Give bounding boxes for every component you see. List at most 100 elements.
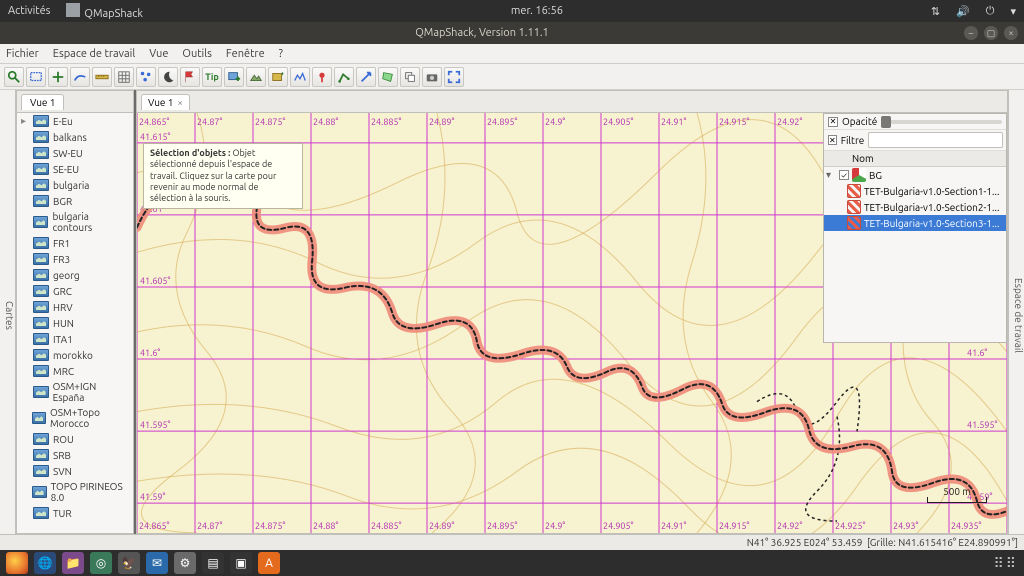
night-mode-icon[interactable] [158, 67, 178, 87]
map-list-label: morokko [53, 350, 93, 361]
map-view-tab[interactable]: Vue 1 × [141, 94, 190, 110]
map-list-item[interactable]: FR1 [17, 235, 133, 251]
map-list-item[interactable]: OSM+Topo Morocco [17, 405, 133, 431]
opacity-checkbox[interactable]: ✕ [828, 117, 838, 127]
window-maximize-button[interactable]: ▢ [984, 26, 998, 40]
map-list-item[interactable]: TUR [17, 505, 133, 521]
copy-pos-icon[interactable] [400, 67, 420, 87]
menu-tools[interactable]: Outils [182, 48, 211, 60]
map-list-label: ROU [53, 434, 74, 445]
add-project-icon[interactable]: + [268, 67, 288, 87]
menu-workspace[interactable]: Espace de travail [53, 48, 135, 60]
track-edit-icon[interactable] [70, 67, 90, 87]
grid-toggle-icon[interactable] [114, 67, 134, 87]
map-list-item[interactable]: OSM+IGN España [17, 379, 133, 405]
add-dem-icon[interactable] [246, 67, 266, 87]
tree-track-row[interactable]: TET-Bulgaria-v1.0-Section1-1... [824, 183, 1006, 199]
maps-list[interactable]: ▸E-EubalkansSW-EUSE-EUbulgariaBGRbulgari… [17, 113, 133, 533]
filter-input[interactable] [868, 132, 1003, 148]
visibility-checkbox[interactable]: ✓ [839, 170, 849, 180]
maps-panel-tab[interactable]: Vue 1 [21, 94, 64, 110]
right-dock-tab[interactable]: Espace de travail [1008, 90, 1024, 534]
map-list-item[interactable]: HUN [17, 315, 133, 331]
dock-app-icon[interactable]: ◎ [90, 552, 112, 574]
map-list-item[interactable]: MRC [17, 363, 133, 379]
dock-thunderbird-icon[interactable]: ✉ [146, 552, 168, 574]
left-dock-tab[interactable]: Cartes [0, 90, 16, 534]
svg-text:41.6°: 41.6° [967, 348, 987, 358]
clock[interactable]: mer. 16:56 [143, 5, 931, 17]
add-map-icon[interactable] [224, 67, 244, 87]
map-list-item[interactable]: SVN [17, 463, 133, 479]
svg-text:41.6°: 41.6° [140, 348, 160, 358]
svg-text:24.875°: 24.875° [255, 117, 286, 127]
map-list-item[interactable]: SE-EU [17, 161, 133, 177]
map-list-item[interactable]: morokko [17, 347, 133, 363]
menu-view[interactable]: Vue [149, 48, 168, 60]
area-tool-icon[interactable] [378, 67, 398, 87]
menu-help[interactable]: ? [279, 48, 283, 60]
flag-min-icon[interactable] [180, 67, 200, 87]
map-list-item[interactable]: HRV [17, 299, 133, 315]
map-list-item[interactable]: bulgaria contours [17, 209, 133, 235]
map-list-item[interactable]: georg [17, 267, 133, 283]
menu-window[interactable]: Fenêtre [226, 48, 265, 60]
dock-qmapshack-icon[interactable]: 🌐 [34, 552, 56, 574]
dock-app-icon[interactable]: 🦅 [118, 552, 140, 574]
zoom-tool-icon[interactable] [4, 67, 24, 87]
dock-files-icon[interactable]: 📁 [62, 552, 84, 574]
opacity-slider[interactable] [881, 120, 1002, 124]
screenshot-icon[interactable] [422, 67, 442, 87]
map-source-icon [33, 179, 49, 191]
network-icon[interactable]: ⇅ [931, 5, 940, 18]
map-canvas[interactable]: 24.865°24.865°24.87°24.87°24.875°24.875°… [137, 113, 1007, 533]
map-list-item[interactable]: GRC [17, 283, 133, 299]
menu-file[interactable]: Fichier [6, 48, 39, 60]
tree-track-row[interactable]: TET-Bulgaria-v1.0-Section2-1... [824, 199, 1006, 215]
map-source-icon [33, 147, 49, 159]
volume-icon[interactable]: 🔊 [956, 5, 970, 18]
svg-text:24.875°: 24.875° [255, 521, 286, 531]
tooltip-toggle-icon[interactable]: Tip [202, 67, 222, 87]
window-close-button[interactable]: × [1004, 26, 1018, 40]
rect-select-icon[interactable] [26, 67, 46, 87]
system-menu-chevron-icon[interactable]: ▾ [1010, 5, 1016, 18]
map-list-item[interactable]: bulgaria [17, 177, 133, 193]
map-list-item[interactable]: BGR [17, 193, 133, 209]
map-list-item[interactable]: ITA1 [17, 331, 133, 347]
active-app[interactable]: QMapShack [66, 3, 143, 20]
dock-app-icon[interactable]: A [258, 552, 280, 574]
power-icon[interactable]: ⏻ [986, 5, 995, 18]
svg-text:24.915°: 24.915° [719, 521, 750, 531]
map-list-item[interactable]: ▸E-Eu [17, 113, 133, 129]
map-list-item[interactable]: ROU [17, 431, 133, 447]
map-list-item[interactable]: TOPO PIRINEOS 8.0 [17, 479, 133, 505]
svg-text:24.905°: 24.905° [603, 521, 634, 531]
dock-app-icon[interactable]: ⚙ [174, 552, 196, 574]
pan-tool-icon[interactable] [48, 67, 68, 87]
ruler-icon[interactable] [92, 67, 112, 87]
dock-terminal-icon[interactable]: ▣ [230, 552, 252, 574]
route-tool-icon[interactable] [334, 67, 354, 87]
dock-firefox-icon[interactable] [6, 552, 28, 574]
window-minimize-button[interactable]: – [964, 26, 978, 40]
close-icon[interactable]: × [177, 97, 183, 108]
profile-icon[interactable] [290, 67, 310, 87]
map-list-item[interactable]: FR3 [17, 251, 133, 267]
fullscreen-icon[interactable] [444, 67, 464, 87]
waypoint-tool-icon[interactable] [312, 67, 332, 87]
map-list-item[interactable]: SW-EU [17, 145, 133, 161]
filter-checkbox[interactable]: ✕ [828, 135, 837, 145]
arrow-tool-icon[interactable] [356, 67, 376, 87]
workspace-tree[interactable]: ▾✓BGTET-Bulgaria-v1.0-Section1-1...TET-B… [824, 167, 1006, 342]
map-list-item[interactable]: balkans [17, 129, 133, 145]
tree-project-row[interactable]: ▾✓BG [824, 167, 1006, 183]
svg-text:24.89°: 24.89° [429, 521, 455, 531]
map-list-item[interactable]: SRB [17, 447, 133, 463]
dock-app-icon[interactable]: ▤ [202, 552, 224, 574]
svg-text:24.91°: 24.91° [661, 521, 687, 531]
show-applications-icon[interactable]: ⠿⠿ [993, 555, 1018, 572]
activities-button[interactable]: Activités [8, 5, 50, 17]
tree-track-row[interactable]: TET-Bulgaria-v1.0-Section3-1... [824, 215, 1006, 231]
poi-toggle-icon[interactable] [136, 67, 156, 87]
